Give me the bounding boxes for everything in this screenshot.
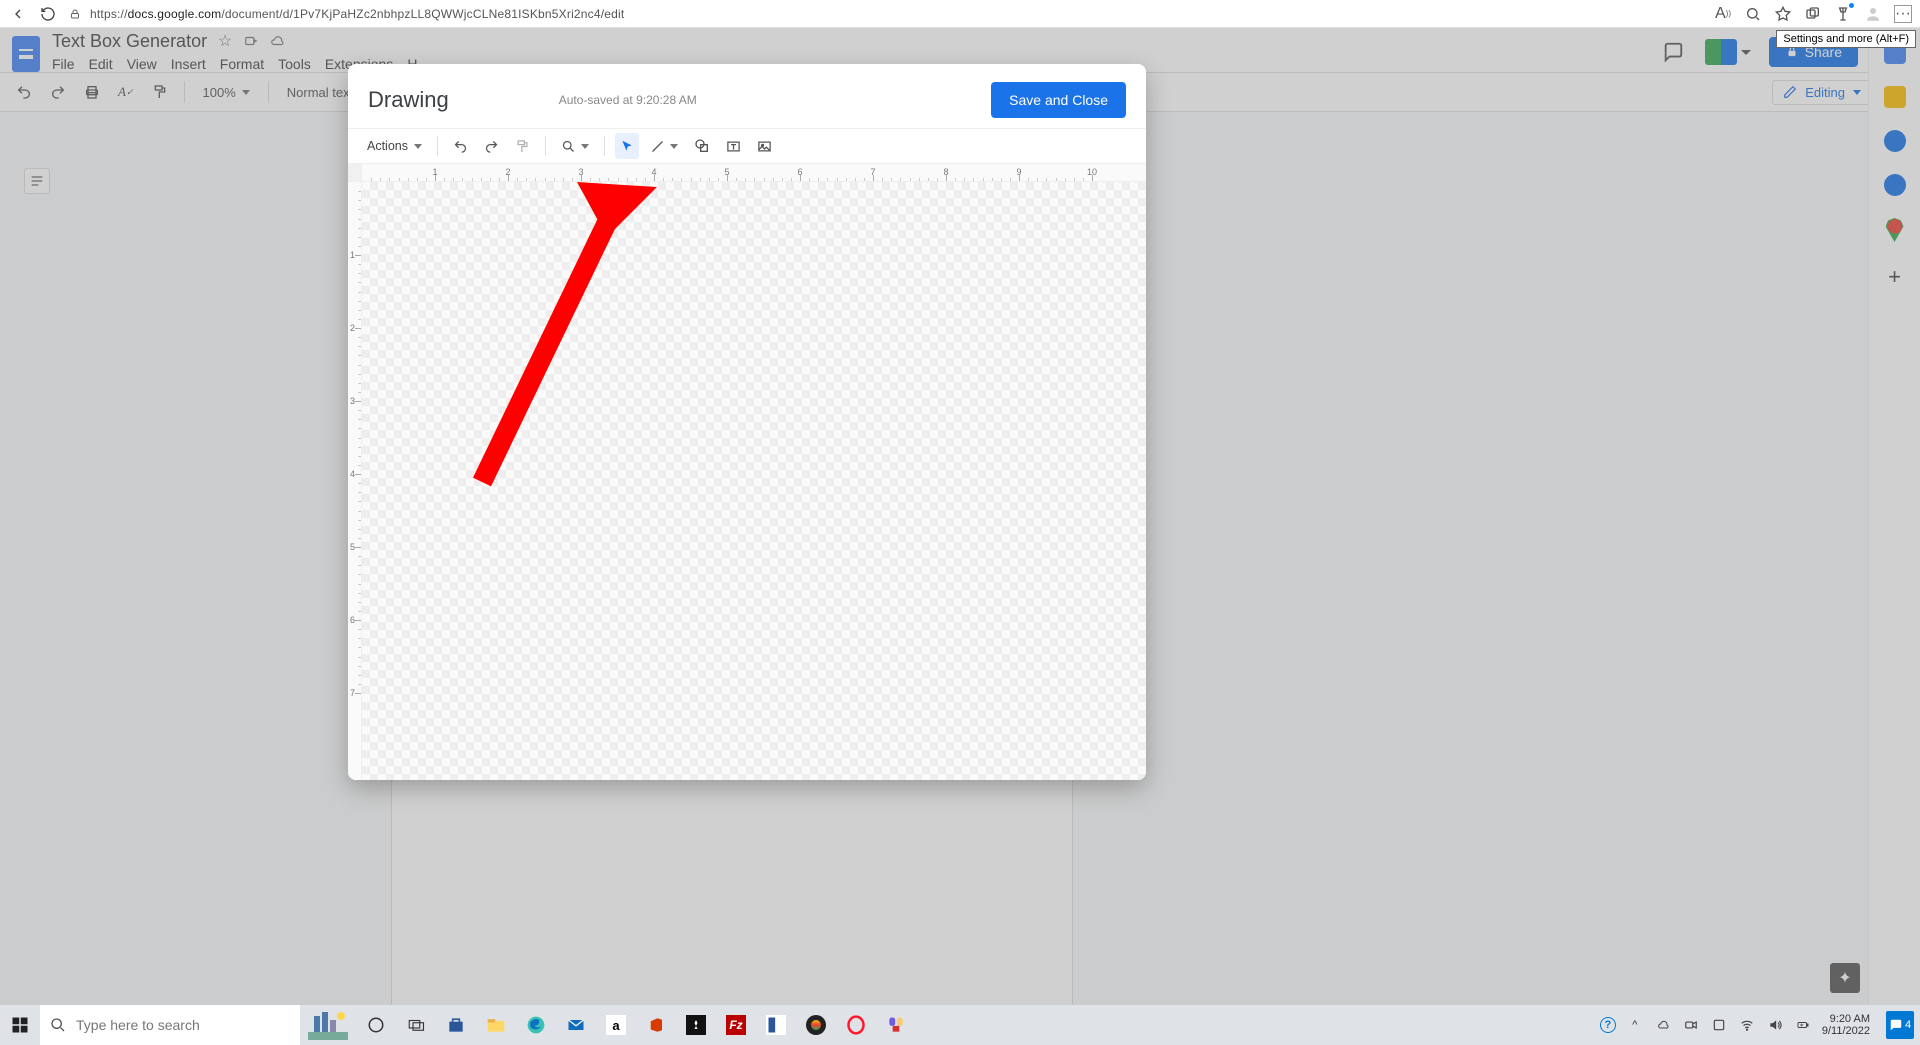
autosave-status: Auto-saved at 9:20:28 AM	[559, 93, 697, 107]
meet-button[interactable]	[1705, 39, 1751, 65]
textbox-tool[interactable]	[721, 133, 746, 159]
wifi-icon[interactable]	[1738, 1016, 1756, 1034]
menu-insert[interactable]: Insert	[171, 56, 206, 72]
search-placeholder: Type here to search	[76, 1017, 200, 1033]
shape-tool[interactable]	[689, 133, 715, 159]
filezilla-icon[interactable]: Fz	[716, 1005, 756, 1045]
url-text[interactable]: https://docs.google.com/document/d/1Pv7K…	[90, 7, 624, 21]
volume-icon[interactable]	[1766, 1016, 1784, 1034]
zoom-tool[interactable]	[556, 133, 594, 159]
meet-now-icon[interactable]	[1682, 1016, 1700, 1034]
app-icon-3[interactable]	[796, 1005, 836, 1045]
zoom-text-icon[interactable]	[1744, 5, 1762, 23]
snip-icon[interactable]	[876, 1005, 916, 1045]
battery-icon[interactable]	[1794, 1016, 1812, 1034]
tray-chevron-icon[interactable]: ^	[1626, 1016, 1644, 1034]
paint-format-button[interactable]	[146, 80, 174, 104]
mail-icon[interactable]	[556, 1005, 596, 1045]
favorites-icon[interactable]	[1774, 5, 1792, 23]
contacts-icon[interactable]	[1884, 174, 1906, 196]
editing-mode-button[interactable]: Editing	[1772, 80, 1872, 105]
edge-icon[interactable]	[516, 1005, 556, 1045]
line-tool[interactable]	[645, 133, 683, 159]
drawing-modal: Drawing Auto-saved at 9:20:28 AM Save an…	[348, 64, 1146, 780]
read-aloud-icon[interactable]: A))	[1714, 5, 1732, 23]
windows-taskbar: Type here to search a Fz ? ^ 9:20 AM 9/1…	[0, 1005, 1920, 1045]
system-tray: ? ^ 9:20 AM 9/11/2022 4	[1600, 1011, 1920, 1039]
help-tray-icon[interactable]: ?	[1600, 1017, 1616, 1033]
docs-logo-icon[interactable]	[12, 36, 40, 72]
maps-icon[interactable]	[1886, 218, 1904, 242]
document-title[interactable]: Text Box Generator	[52, 31, 207, 52]
undo-button[interactable]	[10, 80, 38, 104]
collections-icon[interactable]	[1804, 5, 1822, 23]
explore-button[interactable]: ✦	[1830, 963, 1860, 993]
select-tool[interactable]	[615, 133, 639, 159]
addons-plus-icon[interactable]: +	[1888, 264, 1901, 290]
opera-icon[interactable]	[836, 1005, 876, 1045]
app-icon-1[interactable]	[676, 1005, 716, 1045]
keep-icon[interactable]	[1884, 86, 1906, 108]
side-panel: +	[1868, 28, 1920, 1005]
menu-tools[interactable]: Tools	[278, 56, 311, 72]
settings-more-button[interactable]: ···	[1894, 5, 1912, 23]
taskbar-search[interactable]: Type here to search	[40, 1005, 300, 1045]
move-icon[interactable]	[243, 33, 259, 49]
tasks-icon[interactable]	[1884, 130, 1906, 152]
paint-format-button[interactable]	[510, 133, 535, 159]
outline-toggle-button[interactable]	[24, 168, 50, 194]
office-icon[interactable]	[636, 1005, 676, 1045]
taskbar-clock[interactable]: 9:20 AM 9/11/2022	[1822, 1013, 1870, 1037]
amazon-icon[interactable]: a	[596, 1005, 636, 1045]
app-icon-2[interactable]	[756, 1005, 796, 1045]
save-and-close-button[interactable]: Save and Close	[991, 82, 1126, 118]
menu-format[interactable]: Format	[220, 56, 264, 72]
store-icon[interactable]	[436, 1005, 476, 1045]
browser-back-button[interactable]	[8, 4, 28, 24]
lock-icon	[68, 7, 82, 21]
news-widget[interactable]	[300, 1005, 356, 1045]
cortana-icon[interactable]	[356, 1005, 396, 1045]
horizontal-ruler: 12345678910	[348, 164, 1146, 182]
menu-view[interactable]: View	[127, 56, 157, 72]
spellcheck-button[interactable]: A✓	[112, 80, 140, 104]
onedrive-icon[interactable]	[1654, 1016, 1672, 1034]
touchpad-icon[interactable]	[1710, 1016, 1728, 1034]
drawing-toolbar: Actions	[348, 128, 1146, 164]
red-arrow-annotation	[462, 182, 662, 502]
rewards-icon[interactable]	[1834, 5, 1852, 23]
modal-title: Drawing	[368, 87, 449, 113]
drawing-redo-button[interactable]	[479, 133, 504, 159]
actions-menu[interactable]: Actions	[362, 133, 427, 159]
drawing-undo-button[interactable]	[448, 133, 473, 159]
search-icon	[50, 1017, 66, 1033]
star-icon[interactable]: ☆	[217, 33, 233, 49]
menu-file[interactable]: File	[52, 56, 75, 72]
redo-button[interactable]	[44, 80, 72, 104]
browser-address-bar: https://docs.google.com/document/d/1Pv7K…	[0, 0, 1920, 28]
image-tool[interactable]	[752, 133, 777, 159]
comments-icon[interactable]	[1659, 38, 1687, 66]
profile-icon[interactable]	[1864, 5, 1882, 23]
start-button[interactable]	[0, 1005, 40, 1045]
task-view-icon[interactable]	[396, 1005, 436, 1045]
vertical-ruler: 1234567	[348, 182, 362, 780]
browser-refresh-button[interactable]	[38, 4, 58, 24]
settings-tooltip: Settings and more (Alt+F)	[1776, 30, 1916, 48]
notifications-button[interactable]: 4	[1886, 1011, 1914, 1039]
drawing-canvas[interactable]	[362, 182, 1146, 780]
explorer-icon[interactable]	[476, 1005, 516, 1045]
zoom-select[interactable]: 100%	[195, 79, 258, 105]
menu-edit[interactable]: Edit	[89, 56, 113, 72]
cloud-icon[interactable]	[269, 33, 285, 49]
print-button[interactable]	[78, 80, 106, 104]
